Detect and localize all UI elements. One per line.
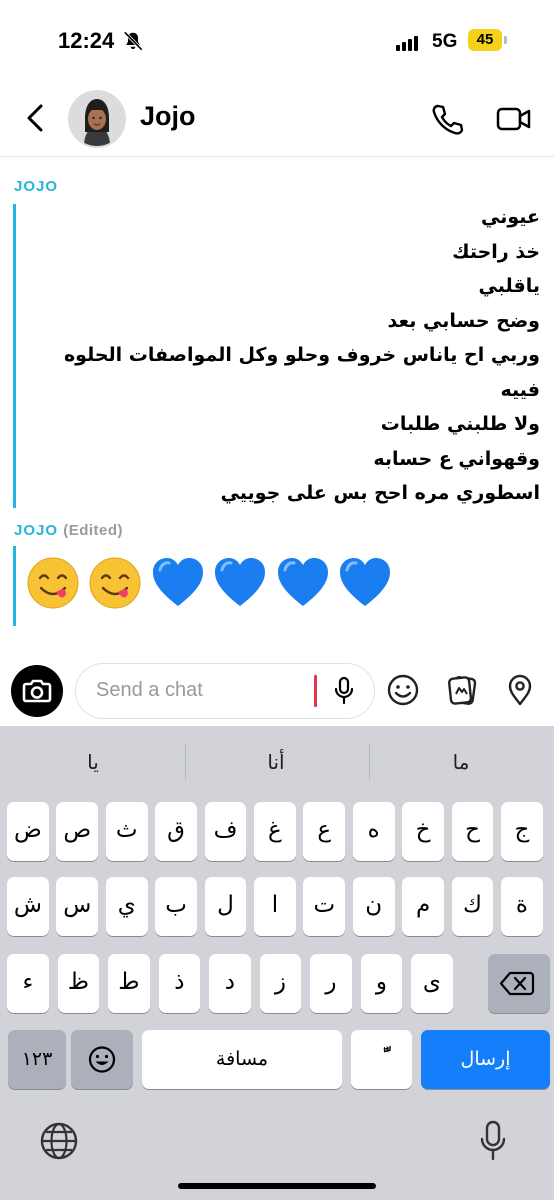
message-line: ياقلبي: [478, 275, 540, 297]
letter-key[interactable]: ك: [451, 877, 494, 936]
letter-key[interactable]: ب: [155, 877, 197, 936]
message-line: وقهواني ع حسابه: [373, 447, 540, 470]
letter-key[interactable]: ق: [155, 802, 197, 861]
suggestion[interactable]: ما: [386, 750, 536, 774]
memories-icon[interactable]: [445, 673, 479, 707]
letter-key[interactable]: ى: [411, 954, 453, 1013]
message-sender: JOJO (Edited): [14, 522, 124, 539]
chat-input-placeholder: Send a chat: [96, 679, 203, 701]
suggestion[interactable]: يا: [18, 750, 168, 774]
letter-key[interactable]: ن: [352, 877, 395, 936]
suggestion-divider: [369, 744, 370, 780]
message-line: فييه: [500, 378, 540, 401]
battery-icon: 45: [468, 29, 502, 51]
backspace-key[interactable]: [488, 954, 550, 1013]
letter-key[interactable]: د: [209, 954, 251, 1013]
letter-key[interactable]: خ: [402, 802, 444, 861]
numbers-key[interactable]: ١٢٣: [8, 1030, 66, 1089]
bitmoji-icon: [70, 92, 124, 146]
diacritic-key[interactable]: ًّ: [351, 1030, 412, 1089]
emoji-face-icon: [88, 1046, 116, 1073]
letter-key[interactable]: ت: [303, 877, 346, 936]
camera-icon: [22, 679, 52, 703]
home-indicator: [178, 1183, 376, 1189]
contact-name[interactable]: Jojo: [140, 101, 196, 132]
text-cursor: [314, 675, 317, 707]
message-line: ولا طلبني طلبات: [380, 413, 540, 435]
letter-key[interactable]: ظ: [57, 954, 100, 1013]
letter-key[interactable]: ذ: [158, 954, 201, 1013]
letter-key[interactable]: ص: [56, 802, 99, 861]
chat-input[interactable]: Send a chat: [75, 663, 375, 719]
video-call-icon[interactable]: [496, 104, 532, 134]
blue-heart-icon: [277, 558, 328, 606]
edited-label: (Edited): [63, 522, 124, 539]
microphone-icon[interactable]: [332, 676, 356, 706]
phone-icon[interactable]: [430, 102, 464, 136]
message-line: وضح حسابي بعد: [387, 309, 540, 332]
letter-key[interactable]: ح: [451, 802, 494, 861]
letter-key[interactable]: ع: [303, 802, 346, 861]
letter-key[interactable]: ط: [108, 954, 150, 1013]
letter-key[interactable]: ة: [501, 877, 543, 936]
message-sender: JOJO: [14, 178, 59, 195]
letter-key[interactable]: م: [402, 877, 444, 936]
letter-key[interactable]: و: [360, 954, 403, 1013]
message-line: وربي اح ياناس خروف وحلو وكل المواصفات ال…: [63, 344, 540, 366]
blue-heart-icon: [340, 558, 391, 606]
suggestion-divider: [185, 744, 186, 780]
send-key[interactable]: إرسال: [421, 1030, 550, 1089]
message-text[interactable]: عيوني خذ راحتك ياقلبي وضح حسابي بعد وربي…: [20, 200, 540, 511]
battery-tip: [504, 36, 507, 44]
letter-key[interactable]: ز: [259, 954, 302, 1013]
letter-key[interactable]: ض: [7, 802, 49, 861]
letter-key[interactable]: ر: [310, 954, 352, 1013]
message-accent-bar: [13, 204, 16, 508]
letter-key[interactable]: غ: [254, 802, 296, 861]
suggestion[interactable]: أنا: [201, 750, 351, 774]
emoji-message[interactable]: [26, 554, 396, 620]
face-savoring-food-icon: [27, 557, 79, 609]
header-divider: [0, 156, 554, 157]
letter-key[interactable]: ا: [254, 877, 296, 936]
blue-heart-icon: [215, 558, 266, 606]
status-time: 12:24: [58, 28, 115, 53]
dictation-microphone-icon[interactable]: [478, 1118, 508, 1164]
letter-key[interactable]: ه: [352, 802, 395, 861]
letter-key[interactable]: ج: [501, 802, 543, 861]
letter-key[interactable]: ء: [7, 954, 49, 1013]
message-line: اسطوري مره احح بس على جوييي: [220, 482, 540, 504]
letter-key[interactable]: ف: [204, 802, 247, 861]
location-pin-icon[interactable]: [503, 673, 537, 707]
network-type: 5G: [432, 31, 458, 52]
bell-muted-icon: [123, 31, 143, 51]
letter-key[interactable]: س: [56, 877, 99, 936]
message-line: خذ راحتك: [452, 240, 540, 263]
globe-icon[interactable]: [38, 1120, 80, 1162]
emoji-face-icon[interactable]: [386, 673, 420, 707]
backspace-icon: [499, 971, 535, 996]
camera-button[interactable]: [11, 665, 63, 717]
emoji-key[interactable]: [71, 1030, 133, 1089]
space-key[interactable]: مسافة: [142, 1030, 342, 1089]
avatar[interactable]: [68, 90, 126, 148]
letter-key[interactable]: ش: [7, 877, 49, 936]
back-chevron-icon[interactable]: [22, 102, 50, 134]
message-line: عيوني: [480, 206, 540, 228]
letter-key[interactable]: ث: [105, 802, 148, 861]
letter-key[interactable]: ل: [204, 877, 247, 936]
blue-heart-icon: [152, 558, 203, 606]
message-accent-bar: [13, 546, 16, 626]
face-savoring-food-icon: [89, 557, 141, 609]
signal-icon: [396, 33, 420, 51]
letter-key[interactable]: ي: [105, 877, 148, 936]
